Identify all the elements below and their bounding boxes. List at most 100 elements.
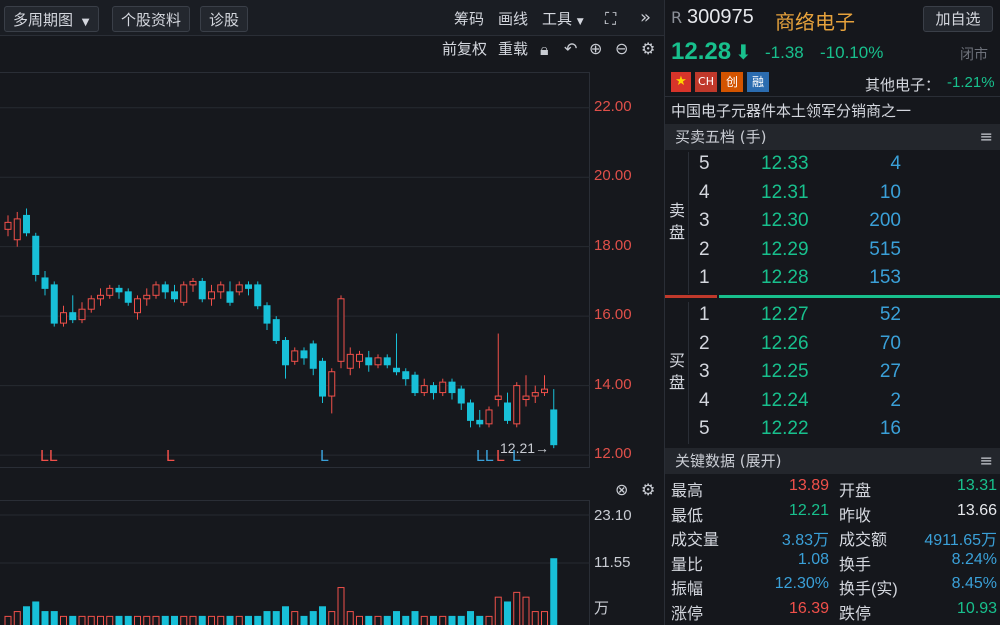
candle-body xyxy=(513,385,521,425)
volume-bar xyxy=(60,615,67,625)
volume-bar xyxy=(282,606,289,625)
buy-row[interactable]: 4 12.24 2 xyxy=(665,390,1000,418)
diagnose-button[interactable]: 诊股 xyxy=(200,6,249,32)
candle-body xyxy=(97,294,104,300)
ob-price: 12.31 xyxy=(761,181,809,203)
low-price-marker: 12.21→ xyxy=(500,440,549,456)
candle-body xyxy=(457,388,465,404)
buy-row[interactable]: 5 12.22 16 xyxy=(665,418,1000,446)
tools-dropdown[interactable]: 工具 ▼ xyxy=(542,8,584,33)
volume-bar xyxy=(522,596,530,625)
volume-chart[interactable] xyxy=(0,500,590,625)
settings-gear-icon[interactable]: ⚙ xyxy=(641,480,655,500)
volume-bar xyxy=(171,615,178,625)
candle-body xyxy=(439,381,447,394)
ob-level: 4 xyxy=(699,181,710,203)
ob-price: 12.30 xyxy=(761,210,809,232)
volume-bar xyxy=(457,615,465,625)
sell-row[interactable]: 5 12.33 4 xyxy=(665,153,1000,181)
candle-body xyxy=(383,357,391,366)
keydata-header[interactable]: 关键数据 (展开) ≡ xyxy=(665,448,1000,474)
candle-body xyxy=(115,287,123,293)
candle-body xyxy=(393,367,400,373)
sell-row[interactable]: 4 12.31 10 xyxy=(665,182,1000,210)
candle-body xyxy=(319,360,326,397)
ob-price: 12.27 xyxy=(761,304,809,325)
volume-bar xyxy=(411,611,419,625)
volume-bar xyxy=(319,606,326,625)
candle-body xyxy=(476,419,484,425)
fullscreen-icon[interactable]: ⛶ xyxy=(605,9,616,29)
volume-bar xyxy=(143,615,151,625)
l-marker: LL xyxy=(40,448,58,465)
lock-icon[interactable]: 🔒︎ xyxy=(540,40,549,60)
menu-icon[interactable]: ≡ xyxy=(980,124,993,150)
add-watchlist-button[interactable]: 加自选 xyxy=(923,6,993,32)
ob-volume: 200 xyxy=(869,210,901,232)
keydata-value: 12.30% xyxy=(774,575,829,592)
zoom-out-icon[interactable]: ⊖ xyxy=(615,39,628,59)
candle-body xyxy=(411,374,419,394)
vol-unit: 万 xyxy=(594,600,610,617)
volume-bar xyxy=(291,611,299,625)
close-circle-icon[interactable]: ⊗ xyxy=(615,480,628,500)
volume-bar xyxy=(504,601,511,625)
keydata-label: 涨停 xyxy=(671,605,704,623)
ob-volume: 2 xyxy=(890,389,901,411)
keydata-value: 13.31 xyxy=(956,477,997,494)
volume-bar xyxy=(254,615,262,625)
sell-row[interactable]: 2 12.29 515 xyxy=(665,239,1000,267)
volume-bar xyxy=(13,611,21,625)
volume-bar xyxy=(180,615,188,625)
draw-line-button[interactable]: 画线 xyxy=(498,8,528,30)
candle-body xyxy=(356,353,363,362)
candle-body xyxy=(337,298,345,362)
ob-level: 5 xyxy=(699,153,710,174)
ob-volume: 10 xyxy=(879,181,901,203)
settings-gear-icon[interactable]: ⚙ xyxy=(641,39,655,59)
candle-body xyxy=(254,284,262,307)
ob-price: 12.25 xyxy=(761,361,809,383)
candle-body xyxy=(504,402,511,421)
volume-bar xyxy=(161,615,169,625)
sell-row[interactable]: 1 12.28 153 xyxy=(665,267,1000,295)
candlestick-chart[interactable]: 12.21→ LL L L LL L L xyxy=(0,72,590,468)
candle-body xyxy=(69,312,77,321)
sell-row[interactable]: 3 12.30 200 xyxy=(665,210,1000,238)
volume-bar xyxy=(448,615,456,625)
ob-price: 12.33 xyxy=(761,153,809,174)
ob-price: 12.26 xyxy=(761,332,809,354)
volume-bar xyxy=(476,615,484,625)
chips-button[interactable]: 筹码 xyxy=(454,8,484,30)
double-chevron-right-icon[interactable]: » xyxy=(640,8,651,28)
volume-bar xyxy=(115,615,123,625)
candle-body xyxy=(374,357,382,366)
candle-body xyxy=(467,402,474,421)
sector-label[interactable]: 其他电子： xyxy=(865,74,940,95)
volume-bar xyxy=(235,615,243,625)
volume-bar xyxy=(124,615,132,625)
menu-icon[interactable]: ≡ xyxy=(980,448,993,474)
volume-bar xyxy=(41,611,49,625)
candle-body xyxy=(208,291,215,300)
candle-body xyxy=(309,343,317,369)
reload-button[interactable]: 重载 xyxy=(498,38,528,60)
price-tick: 18.00 xyxy=(594,236,632,254)
buy-row[interactable]: 2 12.26 70 xyxy=(665,333,1000,361)
undo-icon[interactable]: ↶ xyxy=(564,39,577,59)
buy-row[interactable]: 3 12.25 27 xyxy=(665,361,1000,389)
ob-volume: 52 xyxy=(879,304,901,325)
period-dropdown[interactable]: 多周期图 ▼ xyxy=(4,6,99,32)
keydata-value: 8.45% xyxy=(951,575,997,592)
r-badge: R xyxy=(671,8,683,27)
ob-level: 2 xyxy=(699,332,710,354)
orderbook-header[interactable]: 买卖五档 (手) ≡ xyxy=(665,124,1000,150)
l-marker: L xyxy=(512,448,521,465)
buy-row[interactable]: 1 12.27 52 xyxy=(665,304,1000,332)
stock-info-button[interactable]: 个股资料 xyxy=(112,6,191,32)
keydata-value: 4911.65万 xyxy=(924,532,997,549)
forward-adjust-button[interactable]: 前复权 xyxy=(442,38,487,60)
zoom-in-icon[interactable]: ⊕ xyxy=(589,39,602,59)
volume-bar xyxy=(494,596,502,625)
price-tick: 12.00 xyxy=(594,445,632,463)
